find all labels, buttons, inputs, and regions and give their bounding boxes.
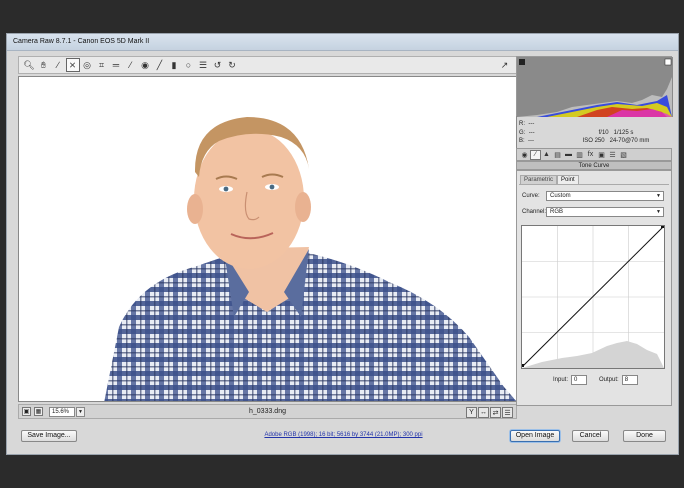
presets-tab-icon[interactable]: ☰ (607, 150, 618, 160)
snapshots-tab-icon[interactable]: ▧ (618, 150, 629, 160)
swap-icon[interactable]: ⇄ (490, 407, 501, 418)
curve-select[interactable]: Custom ▼ (546, 191, 664, 201)
detail-tab-icon[interactable]: ▲ (541, 150, 552, 160)
zoom-icon[interactable]: 🔍︎ (22, 58, 36, 72)
targeted-adjustment-icon[interactable]: ◎ (80, 58, 94, 72)
filmstrip-icon[interactable]: ▦ (34, 407, 43, 416)
b-label: B: (519, 138, 525, 144)
adjustment-brush-icon[interactable]: ╱ (153, 58, 167, 72)
rotate-ccw-icon[interactable]: ↺ (211, 58, 225, 72)
view-controls: Y ↔ ⇄ ☰ (466, 407, 513, 418)
open-image-button[interactable]: Open Image (510, 430, 560, 442)
preferences-icon[interactable]: ☰ (196, 58, 210, 72)
hsl-tab-icon[interactable]: ▤ (552, 150, 563, 160)
channel-label: Channel: (522, 209, 547, 215)
iso: ISO 250 (582, 138, 605, 144)
lens: 24-70@70 mm (609, 138, 650, 144)
straighten-icon[interactable]: ═ (109, 58, 123, 72)
zoom-level[interactable]: 15.6% (49, 406, 75, 417)
readout-area: R: --- G: --- B: --- f/10 1/125 s ISO 25… (516, 120, 672, 146)
tone-curve-panel: Parametric Point Curve: Custom ▼ Channel… (516, 170, 672, 406)
portrait-image (104, 117, 516, 401)
output-field[interactable]: 8 (621, 375, 638, 385)
rotate-cw-icon[interactable]: ↻ (225, 58, 239, 72)
tab-parametric[interactable]: Parametric (520, 175, 558, 184)
highlight-clip-icon (664, 58, 672, 66)
tone-curve-tab-icon[interactable]: ∕ (530, 149, 541, 160)
graduated-filter-icon[interactable]: ▮ (167, 58, 181, 72)
white-balance-icon[interactable]: ∕ (51, 58, 65, 72)
camera-calibration-tab-icon[interactable]: ▣ (596, 150, 607, 160)
radial-filter-icon[interactable]: ○ (182, 58, 196, 72)
panel-tabs: ◉ ∕ ▲ ▤ ▬ ▥ fx ▣ ☰ ▧ (516, 148, 672, 161)
zoom-dropdown[interactable]: ▼ (76, 406, 85, 417)
panel-title: Tone Curve (516, 161, 672, 170)
aperture: f/10 (598, 129, 609, 136)
curve-value: Custom (550, 193, 571, 199)
chevron-down-icon: ▼ (656, 209, 661, 215)
chevron-down-icon: ▼ (656, 193, 661, 199)
tab-point[interactable]: Point (557, 175, 579, 184)
color-sampler-icon[interactable]: ⨯ (65, 58, 80, 72)
g-label: G: (519, 129, 526, 136)
g-value: --- (528, 129, 535, 136)
curve-graph[interactable] (521, 225, 665, 369)
basic-tab-icon[interactable]: ◉ (519, 150, 530, 160)
done-button[interactable]: Done (623, 430, 666, 442)
input-group: Input: 0 (553, 375, 588, 385)
settings-menu-icon[interactable]: ☰ (502, 407, 513, 418)
lens-tab-icon[interactable]: ▥ (574, 150, 585, 160)
image-preview[interactable] (18, 76, 517, 402)
curve-label: Curve: (522, 193, 540, 199)
channel-value: RGB (550, 209, 564, 215)
compare-icon[interactable]: ▣ (22, 407, 31, 416)
r-value: --- (528, 121, 535, 127)
crop-icon[interactable]: ⌗ (95, 58, 109, 72)
b-value: --- (528, 138, 535, 144)
red-eye-icon[interactable]: ◉ (138, 58, 152, 72)
curve-point (521, 364, 524, 367)
shadow-clip-icon (519, 59, 525, 65)
toolbar: 🔍︎ ✋︎ ∕ ⨯ ◎ ⌗ ═ ⁄ ◉ ╱ ▮ ○ ☰ ↺ ↻ ↗ (18, 56, 517, 74)
window-title: Camera Raw 8.7.1 - Canon EOS 5D Mark II (7, 34, 678, 51)
split-toning-tab-icon[interactable]: ▬ (563, 150, 574, 160)
channel-select[interactable]: RGB ▼ (546, 207, 664, 217)
curve-point (661, 225, 664, 228)
status-bar: ▣ ▦ 15.6% ▼ h_0333.dng Y ↔ ⇄ ☰ (18, 404, 517, 419)
r-label: R: (519, 121, 525, 127)
input-field[interactable]: 0 (571, 375, 588, 385)
shutter: 1/125 s (613, 129, 634, 136)
filename: h_0333.dng (249, 408, 286, 415)
fullscreen-icon[interactable]: ↗ (498, 58, 512, 72)
input-label: Input: (553, 377, 569, 383)
spot-removal-icon[interactable]: ⁄ (124, 58, 138, 72)
cancel-button[interactable]: Cancel (572, 430, 609, 442)
view-y-icon[interactable]: Y (466, 407, 477, 418)
camera-raw-window: Camera Raw 8.7.1 - Canon EOS 5D Mark II … (6, 33, 679, 455)
histogram (516, 56, 673, 117)
hand-icon[interactable]: ✋︎ (37, 58, 51, 72)
before-after-icon[interactable]: ↔ (478, 407, 489, 418)
output-label: Output: (599, 377, 619, 383)
output-group: Output: 8 (599, 375, 638, 385)
effects-tab-icon[interactable]: fx (585, 150, 596, 160)
